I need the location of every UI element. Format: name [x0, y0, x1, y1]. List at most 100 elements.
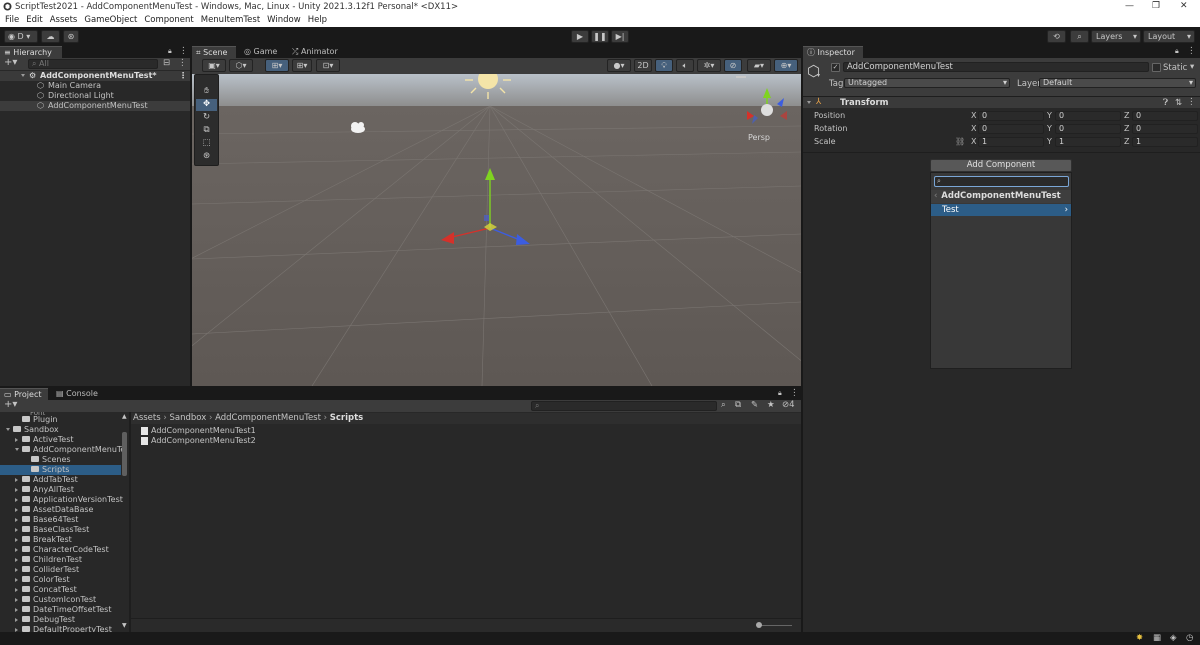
- position-z-field[interactable]: 0: [1132, 111, 1198, 121]
- lighting-status-icon[interactable]: ✸: [1136, 633, 1143, 643]
- folder-tree-item[interactable]: ConcatTest: [0, 585, 121, 595]
- rotation-y-field[interactable]: 0: [1055, 124, 1121, 134]
- tree-scrollbar[interactable]: [122, 432, 127, 476]
- expand-arrow-icon[interactable]: [21, 74, 25, 77]
- scale-x-field[interactable]: 1: [978, 137, 1044, 147]
- expand-arrow-icon[interactable]: [15, 618, 18, 622]
- close-button[interactable]: ✕: [1180, 1, 1188, 11]
- gizmos-dropdown[interactable]: ⊕▾: [774, 59, 798, 72]
- tab-scene[interactable]: ⌗ Scene: [192, 46, 236, 58]
- more-icon[interactable]: ⋮: [179, 71, 187, 81]
- link-icon[interactable]: ⛓︎: [955, 137, 965, 147]
- create-button[interactable]: +▾: [4, 399, 17, 410]
- expand-arrow-icon[interactable]: [15, 528, 18, 532]
- expand-arrow-icon[interactable]: [15, 498, 18, 502]
- transform-header[interactable]: ⅄ Transform ❓︎ ⇅ ⋮: [803, 96, 1200, 108]
- render-mode-dropdown[interactable]: ⬡▾: [229, 59, 253, 72]
- menu-file[interactable]: File: [5, 14, 19, 27]
- menu-edit[interactable]: Edit: [26, 14, 42, 27]
- folder-tree-item[interactable]: DateTimeOffsetTest: [0, 605, 121, 615]
- lock-icon[interactable]: 🔒︎: [168, 47, 172, 56]
- scene-row[interactable]: ⚙ AddComponentMenuTest* ⋮: [0, 71, 190, 81]
- more-icon[interactable]: ⋮: [1187, 46, 1196, 56]
- effects-dropdown[interactable]: ✲▾: [697, 59, 721, 72]
- add-component-button[interactable]: Add Component: [930, 159, 1072, 172]
- lock-icon[interactable]: 🔒︎: [778, 389, 782, 398]
- scale-tool[interactable]: ⧉: [196, 125, 217, 137]
- project-search-input[interactable]: ⌕: [531, 401, 717, 411]
- breadcrumb-item[interactable]: Assets: [133, 413, 161, 423]
- folder-tree-item[interactable]: AddTabTest: [0, 475, 121, 485]
- more-icon[interactable]: ⋮: [179, 46, 188, 56]
- folder-tree-item[interactable]: CustomIconTest: [0, 595, 121, 605]
- more-icon[interactable]: ⋮: [178, 58, 187, 68]
- collab-button[interactable]: ⊛: [63, 30, 79, 43]
- folder-tree-item[interactable]: DebugTest: [0, 615, 121, 625]
- expand-arrow-icon[interactable]: [15, 508, 18, 512]
- position-x-field[interactable]: 0: [978, 111, 1044, 121]
- rotation-x-field[interactable]: 0: [978, 124, 1044, 134]
- scroll-up-icon[interactable]: ▲: [122, 413, 127, 420]
- add-button[interactable]: +▾: [4, 57, 17, 68]
- scale-z-field[interactable]: 1: [1132, 137, 1198, 147]
- breadcrumb-item-current[interactable]: Scripts: [330, 413, 363, 423]
- zoom-slider[interactable]: [756, 622, 762, 628]
- filter-icon[interactable]: ⊟: [163, 58, 170, 68]
- folder-tree-item[interactable]: Scripts: [0, 465, 121, 475]
- snap-dropdown[interactable]: ⊞▾: [292, 59, 312, 72]
- component-search-input[interactable]: ⌕: [934, 176, 1069, 187]
- folder-tree-item[interactable]: BaseClassTest: [0, 525, 121, 535]
- expand-arrow-icon[interactable]: [15, 438, 18, 442]
- more-icon[interactable]: ⋮: [1187, 97, 1196, 107]
- shading-dropdown[interactable]: ●▾: [607, 59, 631, 72]
- expand-arrow-icon[interactable]: [15, 568, 18, 572]
- filter-type-icon[interactable]: ⧉: [735, 400, 741, 410]
- file-item[interactable]: AddComponentMenuTest1: [141, 426, 256, 436]
- expand-arrow-icon[interactable]: [15, 488, 18, 492]
- layers-dropdown[interactable]: Layers ▾: [1091, 30, 1141, 43]
- menu-component[interactable]: Component: [144, 14, 193, 27]
- history-button[interactable]: ⟲: [1047, 30, 1066, 43]
- lighting-toggle[interactable]: 💡︎: [655, 59, 673, 72]
- hidden-packages-icon[interactable]: ⊘4: [782, 400, 795, 410]
- position-y-field[interactable]: 0: [1055, 111, 1121, 121]
- folder-tree-item[interactable]: ActiveTest: [0, 435, 121, 445]
- hierarchy-item-addcomponentmenutest[interactable]: ⬡ AddComponentMenuTest: [0, 101, 190, 111]
- menu-assets[interactable]: Assets: [50, 14, 78, 27]
- folder-tree-item[interactable]: AnyAllTest: [0, 485, 121, 495]
- menu-help[interactable]: Help: [308, 14, 327, 27]
- camera-dropdown[interactable]: ▰▾: [747, 59, 771, 72]
- active-checkbox[interactable]: ✓: [831, 63, 840, 72]
- draw-mode-dropdown[interactable]: ▣▾: [202, 59, 226, 72]
- folder-tree-item[interactable]: AssetDataBase: [0, 505, 121, 515]
- step-button[interactable]: ▶|: [611, 30, 629, 43]
- folder-tree-item[interactable]: DefaultPropertyTest: [0, 625, 121, 632]
- search-button[interactable]: ⌕: [1070, 30, 1089, 43]
- menu-gameobject[interactable]: GameObject: [84, 14, 137, 27]
- rotation-z-field[interactable]: 0: [1132, 124, 1198, 134]
- expand-arrow-icon[interactable]: [15, 598, 18, 602]
- notifications-icon[interactable]: ◷: [1186, 633, 1193, 643]
- folder-tree-item[interactable]: Plugin: [0, 415, 121, 425]
- menu-menuitemtest[interactable]: MenuItemTest: [201, 14, 260, 27]
- expand-arrow-icon[interactable]: [15, 448, 19, 451]
- increment-snap-dropdown[interactable]: ⊡▾: [316, 59, 340, 72]
- account-dropdown[interactable]: ◉ D ▾: [4, 30, 38, 43]
- folder-tree-item[interactable]: Base64Test: [0, 515, 121, 525]
- expand-arrow-icon[interactable]: [15, 518, 18, 522]
- search-by-type-icon[interactable]: ⌕: [721, 400, 726, 410]
- grid-snap-dropdown[interactable]: ⊞▾: [265, 59, 289, 72]
- popup-item-test[interactable]: Test ›: [931, 204, 1071, 216]
- expand-arrow-icon[interactable]: [15, 478, 18, 482]
- minimize-button[interactable]: —: [1125, 1, 1134, 11]
- move-tool[interactable]: ✥: [196, 99, 217, 111]
- hierarchy-item-directional-light[interactable]: ⬡ Directional Light: [0, 91, 190, 101]
- folder-tree-item[interactable]: ColliderTest: [0, 565, 121, 575]
- hierarchy-item-main-camera[interactable]: ⬡ Main Camera: [0, 81, 190, 91]
- tab-inspector[interactable]: ⓘ Inspector: [803, 46, 863, 58]
- maximize-button[interactable]: ❐: [1152, 1, 1160, 11]
- scale-y-field[interactable]: 1: [1055, 137, 1121, 147]
- expand-arrow-icon[interactable]: [15, 558, 18, 562]
- folder-tree-item[interactable]: AddComponentMenuTe: [0, 445, 125, 455]
- back-arrow-icon[interactable]: ‹: [934, 190, 938, 203]
